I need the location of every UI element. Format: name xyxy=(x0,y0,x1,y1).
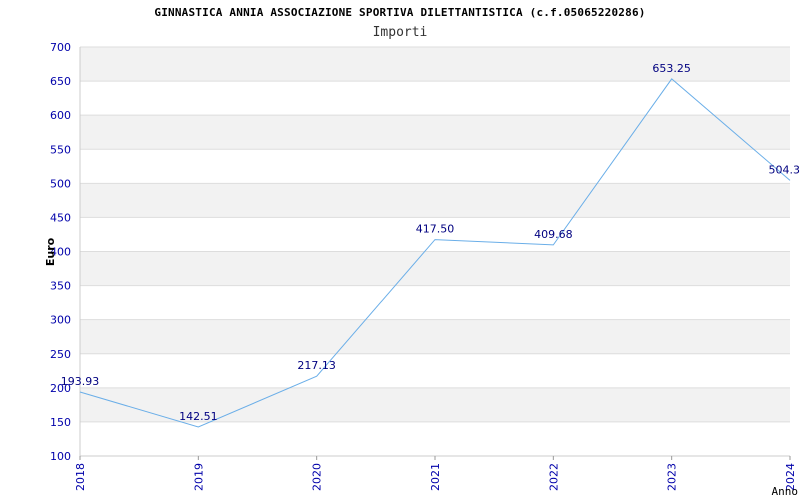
y-tick-label: 250 xyxy=(50,348,71,361)
value-label: 217.13 xyxy=(297,359,336,372)
y-tick-label: 450 xyxy=(50,211,71,224)
plot-band xyxy=(80,251,790,286)
plot-band xyxy=(80,183,790,218)
y-tick-label: 350 xyxy=(50,280,71,293)
y-tick-label: 650 xyxy=(50,75,71,88)
x-tick-label: 2019 xyxy=(192,463,205,491)
x-tick-label: 2023 xyxy=(666,463,679,491)
x-axis-label: Anno xyxy=(772,485,799,498)
x-tick-label: 2022 xyxy=(547,463,560,491)
x-tick-label: 2021 xyxy=(429,463,442,491)
plot-band xyxy=(80,319,790,354)
y-tick-label: 500 xyxy=(50,177,71,190)
value-label: 417.50 xyxy=(416,223,455,236)
value-label: 193.93 xyxy=(61,375,100,388)
y-tick-label: 300 xyxy=(50,314,71,327)
y-axis-label: Euro xyxy=(44,237,57,266)
y-tick-label: 150 xyxy=(50,416,71,429)
y-tick-label: 550 xyxy=(50,143,71,156)
y-tick-label: 100 xyxy=(50,450,71,463)
x-tick-label: 2018 xyxy=(74,463,87,491)
value-label: 142.51 xyxy=(179,410,218,423)
line-chart: 100150200250300350400450500550600650700 … xyxy=(44,41,800,498)
x-tick-label: 2020 xyxy=(311,463,324,491)
value-label: 409.68 xyxy=(534,228,573,241)
y-tick-label: 700 xyxy=(50,41,71,54)
value-label: 653.25 xyxy=(652,62,691,75)
y-tick-label: 600 xyxy=(50,109,71,122)
plot-band xyxy=(80,115,790,150)
value-label: 504.3 xyxy=(769,163,800,176)
x-tick-labels: 2018 2019 2020 2021 2022 2023 2024 xyxy=(74,456,797,491)
